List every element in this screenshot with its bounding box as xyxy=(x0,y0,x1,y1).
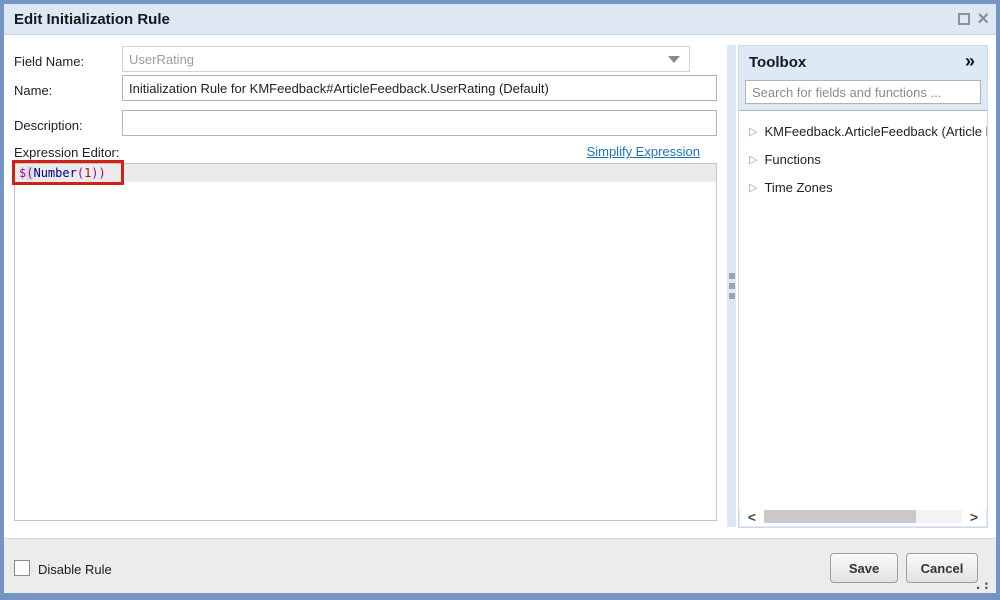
tree-item-label: KMFeedback.ArticleFeedback (Article Feed… xyxy=(764,124,987,139)
window-controls: × xyxy=(958,11,989,27)
tree-item-time-zones[interactable]: ▷ Time Zones xyxy=(739,173,987,201)
horizontal-scrollbar[interactable]: < > xyxy=(740,507,986,526)
splitter-grip-icon xyxy=(729,273,735,279)
toolbox-search-input[interactable] xyxy=(745,80,981,104)
dialog-footer: Disable Rule Save Cancel .: xyxy=(4,538,996,593)
scroll-right-icon[interactable]: > xyxy=(962,509,986,525)
disable-rule-checkbox[interactable] xyxy=(14,560,30,576)
tree-item-label: Time Zones xyxy=(764,180,832,195)
scrollbar-track[interactable] xyxy=(764,510,962,523)
field-name-label: Field Name: xyxy=(14,54,84,69)
simplify-expression-wrap: Simplify Expression xyxy=(14,144,700,159)
toolbox-header: Toolbox » xyxy=(739,46,987,78)
resize-grip[interactable]: .: xyxy=(975,578,991,592)
disable-rule-label: Disable Rule xyxy=(38,562,112,577)
toolbox-title: Toolbox xyxy=(749,54,806,71)
tree-item-label: Functions xyxy=(764,152,820,167)
close-icon[interactable]: × xyxy=(977,11,989,27)
toolbox-panel: Toolbox » ▷ KMFeedback.ArticleFeedback (… xyxy=(738,45,988,528)
name-input[interactable] xyxy=(122,75,717,101)
expand-arrow-icon[interactable]: ▷ xyxy=(749,153,757,166)
code-token: ) xyxy=(99,166,106,180)
code-token: ( xyxy=(77,166,84,180)
code-token: Number xyxy=(33,166,76,180)
splitter-grip-icon xyxy=(729,283,735,289)
dialog-titlebar: Edit Initialization Rule × xyxy=(4,4,996,35)
simplify-expression-link[interactable]: Simplify Expression xyxy=(587,144,700,159)
description-label: Description: xyxy=(14,118,83,133)
scroll-left-icon[interactable]: < xyxy=(740,509,764,525)
field-name-input xyxy=(122,46,690,72)
toolbox-tree: ▷ KMFeedback.ArticleFeedback (Article Fe… xyxy=(739,110,987,509)
expression-code-line[interactable]: $(Number(1)) xyxy=(15,164,716,182)
expression-editor[interactable]: $(Number(1)) xyxy=(14,163,717,521)
field-name-dropdown[interactable] xyxy=(122,46,690,72)
splitter-grip-icon xyxy=(729,293,735,299)
collapse-panel-icon[interactable]: » xyxy=(965,51,975,72)
tree-item-kmfeedback[interactable]: ▷ KMFeedback.ArticleFeedback (Article Fe… xyxy=(739,117,987,145)
description-input[interactable] xyxy=(122,110,717,136)
name-label: Name: xyxy=(14,83,52,98)
chevron-down-icon xyxy=(668,56,680,63)
code-token: ) xyxy=(91,166,98,180)
cancel-button[interactable]: Cancel xyxy=(906,553,978,583)
expand-arrow-icon[interactable]: ▷ xyxy=(749,181,757,194)
save-button[interactable]: Save xyxy=(830,553,898,583)
maximize-icon[interactable] xyxy=(958,13,970,25)
edit-initialization-rule-dialog: Edit Initialization Rule × Field Name: N… xyxy=(0,0,1000,600)
panel-splitter[interactable] xyxy=(727,45,736,527)
tree-item-functions[interactable]: ▷ Functions xyxy=(739,145,987,173)
dialog-title: Edit Initialization Rule xyxy=(14,11,170,28)
expand-arrow-icon[interactable]: ▷ xyxy=(749,125,757,138)
scrollbar-thumb[interactable] xyxy=(764,510,916,523)
